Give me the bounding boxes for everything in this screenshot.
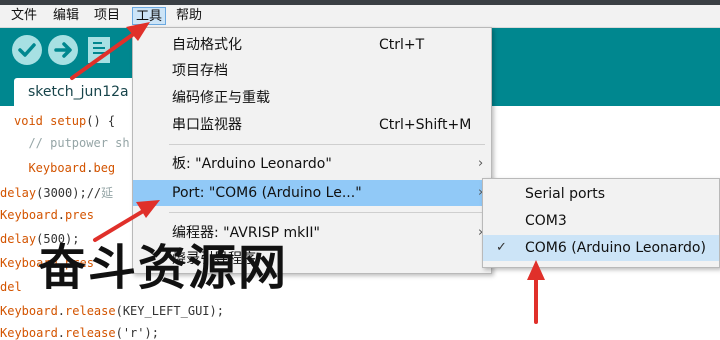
annotation-arrow-icon xyxy=(527,260,545,324)
annotation-arrow-icon xyxy=(70,22,150,80)
annotation-arrow-icon xyxy=(93,200,160,242)
annotation-arrows xyxy=(70,22,545,324)
